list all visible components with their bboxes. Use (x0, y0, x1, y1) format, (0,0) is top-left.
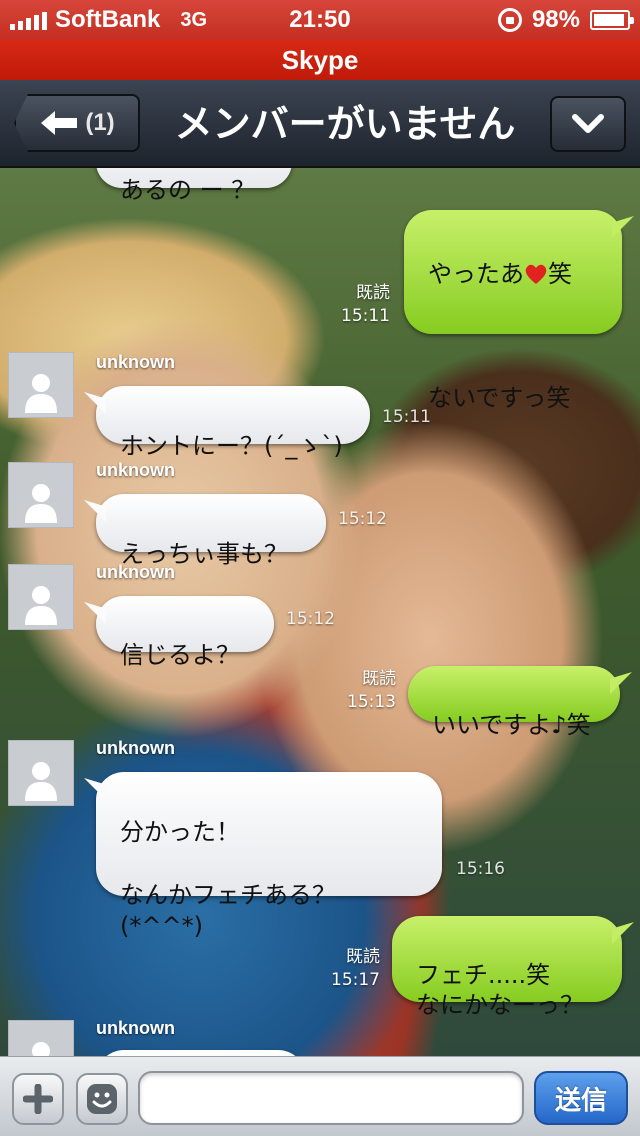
message-text: 信じるよ？ (120, 641, 240, 670)
unread-count: (1) (85, 109, 115, 136)
avatar[interactable] (8, 352, 74, 418)
message-bubble-incoming: 分かった！ なんかフェチある？(*^^*) (96, 772, 442, 940)
person-silhouette-icon (25, 762, 57, 801)
heart-icon (525, 265, 547, 285)
send-button[interactable]: 送信 (534, 1071, 628, 1125)
message-bubble-incoming: えっちぃ事も？ (96, 494, 326, 568)
person-silhouette-icon (32, 1042, 50, 1056)
input-bar: 送信 (0, 1056, 640, 1136)
message-text: いいですよ♪笑 (432, 711, 591, 740)
message-time: 15:12 (338, 509, 387, 529)
back-button[interactable]: (1) (14, 94, 140, 152)
smiley-icon (87, 1084, 117, 1114)
avatar[interactable] (8, 1020, 74, 1056)
message-meta: 既読 15:17 (322, 946, 380, 992)
rotation-lock-icon (497, 8, 522, 32)
battery-percent: 98% (531, 6, 580, 33)
message-bubble-outgoing: フェチ.....笑 なにかなーっ？ (392, 916, 622, 1019)
read-receipt: 既読 (362, 669, 396, 689)
sender-name: unknown (96, 738, 175, 758)
message-meta: 既読 15:13 (338, 668, 396, 714)
message-time: 15:16 (456, 859, 505, 879)
message-time: 15:13 (347, 691, 396, 712)
app-title-bar: Skype (0, 40, 640, 80)
message-bubble-incoming: あるの ー ？ (96, 168, 292, 204)
avatar[interactable] (8, 564, 74, 630)
back-arrow-icon (39, 108, 79, 138)
read-receipt: 既読 (346, 947, 380, 967)
signal-strength-icon (10, 10, 47, 30)
message-text: あるの ー ？ (120, 176, 256, 205)
person-silhouette-icon (25, 484, 57, 523)
message-time: 15:12 (286, 609, 335, 629)
message-time: 15:11 (341, 305, 390, 326)
network-type: 3G (180, 8, 208, 31)
battery-icon (590, 10, 634, 30)
read-receipt: 既読 (356, 283, 390, 303)
message-time: 15:17 (331, 969, 380, 990)
message-text-line: ないですっ笑 (428, 383, 571, 412)
app-title: Skype (281, 45, 359, 75)
status-bar: SoftBank 3G 21:50 98% (0, 0, 640, 40)
person-silhouette-icon (25, 374, 57, 413)
person-silhouette-icon (25, 586, 57, 625)
message-bubble-outgoing: いいですよ♪笑 (408, 666, 620, 739)
message-input[interactable] (138, 1071, 524, 1125)
nav-bar: (1) メンバーがいません (0, 80, 640, 168)
message-text: やったあ (428, 260, 524, 289)
message-text: ホントにー？(´_ゝ`) (120, 432, 343, 461)
message-bubble-incoming: 信じるよ？ (96, 596, 274, 669)
message-text: 笑 (548, 260, 572, 289)
message-text: フェチ.....笑 なにかなーっ？ (416, 961, 584, 1019)
message-text: 分かった！ なんかフェチある？(*^^*) (120, 818, 336, 940)
sender-name: unknown (96, 562, 175, 582)
chevron-down-icon (572, 114, 604, 133)
sender-name: unknown (96, 1018, 175, 1038)
chat-area[interactable]: あるの ー ？ 既読 15:11 やったあ笑 ないですっ笑 unknown ホン… (0, 168, 640, 1056)
message-bubble-incoming: ホントにー？(´_ゝ`) (96, 386, 370, 460)
menu-dropdown-button[interactable] (550, 96, 626, 152)
message-text-line: やったあ笑 (428, 258, 598, 290)
sender-name: unknown (96, 460, 175, 480)
plus-icon (23, 1084, 53, 1114)
message-time: 15:11 (382, 407, 431, 427)
emoji-button[interactable] (76, 1073, 128, 1125)
carrier-label: SoftBank (55, 6, 161, 33)
message-meta: 既読 15:11 (330, 282, 390, 328)
avatar[interactable] (8, 740, 74, 806)
sender-name: unknown (96, 352, 175, 372)
chat-title: メンバーがいません (174, 102, 516, 146)
message-bubble-outgoing: やったあ笑 ないですっ笑 (404, 210, 622, 412)
avatar[interactable] (8, 462, 74, 528)
attach-button[interactable] (12, 1073, 64, 1125)
